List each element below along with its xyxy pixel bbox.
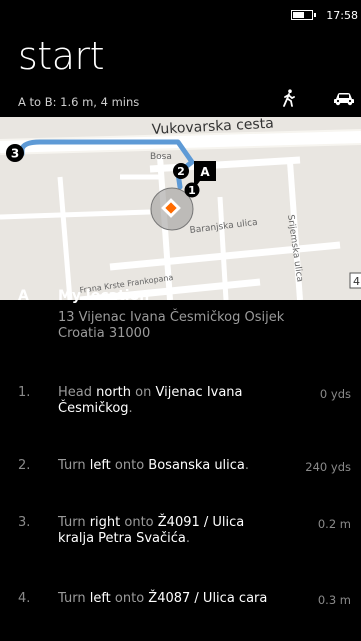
route-map[interactable]: Vukovarska cesta Bosa Baranjska ulica Sr… — [0, 117, 361, 300]
step-instruction: Head north on Vijenac Ivana Česmičkog. — [58, 385, 243, 416]
svg-text:A: A — [200, 165, 210, 179]
map-marker-2: 2 — [173, 163, 189, 179]
waypoint-start[interactable]: A My location 13 Vijenac Ivana Česmičkog… — [0, 288, 361, 348]
address-line-2: Croatia 31000 — [58, 326, 151, 341]
walking-person-icon[interactable] — [281, 89, 297, 107]
step-number: 2. — [18, 458, 31, 473]
direction-step[interactable]: 3. Turn right onto Ž4091 / Ulica kralja … — [0, 515, 361, 565]
address-line-1: 13 Vijenac Ivana Česmičkog Osijek — [58, 310, 285, 325]
car-icon[interactable] — [333, 92, 355, 106]
step-instruction: Turn left onto Ž4087 / Ulica cara — [58, 591, 268, 606]
route-summary: A to B: 1.6 m, 4 mins — [18, 95, 140, 109]
step-distance: 0.2 m — [317, 517, 351, 531]
step-distance: 0 yds — [319, 387, 351, 401]
step-number: 3. — [18, 515, 31, 530]
step-number: 4. — [18, 591, 31, 606]
svg-text:3: 3 — [11, 147, 19, 161]
map-marker-3: 3 — [6, 144, 24, 162]
street-label-bosa: Bosa — [150, 152, 172, 162]
status-bar: 17:58 — [0, 0, 361, 28]
svg-text:2: 2 — [177, 165, 185, 178]
waypoint-address: 13 Vijenac Ivana Česmičkog Osijek Croati… — [58, 310, 348, 342]
page-title: start — [18, 34, 105, 78]
edge-label: 4 — [353, 275, 360, 288]
step-number: 1. — [18, 385, 31, 400]
direction-step[interactable]: 2. Turn left onto Bosanska ulica. 240 yd… — [0, 458, 361, 508]
map-marker-1: 1 — [184, 182, 200, 198]
step-distance: 0.3 m — [317, 593, 351, 607]
direction-step[interactable]: 1. Head north on Vijenac Ivana Česmičkog… — [0, 385, 361, 435]
battery-icon — [291, 10, 316, 20]
waypoint-title: My location — [58, 288, 150, 304]
clock: 17:58 — [326, 9, 358, 22]
step-distance: 240 yds — [305, 460, 351, 474]
step-instruction: Turn left onto Bosanska ulica. — [58, 458, 250, 473]
waypoint-letter: A — [18, 288, 29, 304]
direction-step[interactable]: 4. Turn left onto Ž4087 / Ulica cara 0.3… — [0, 591, 361, 641]
step-instruction: Turn right onto Ž4091 / Ulica kralja Pet… — [58, 515, 245, 546]
